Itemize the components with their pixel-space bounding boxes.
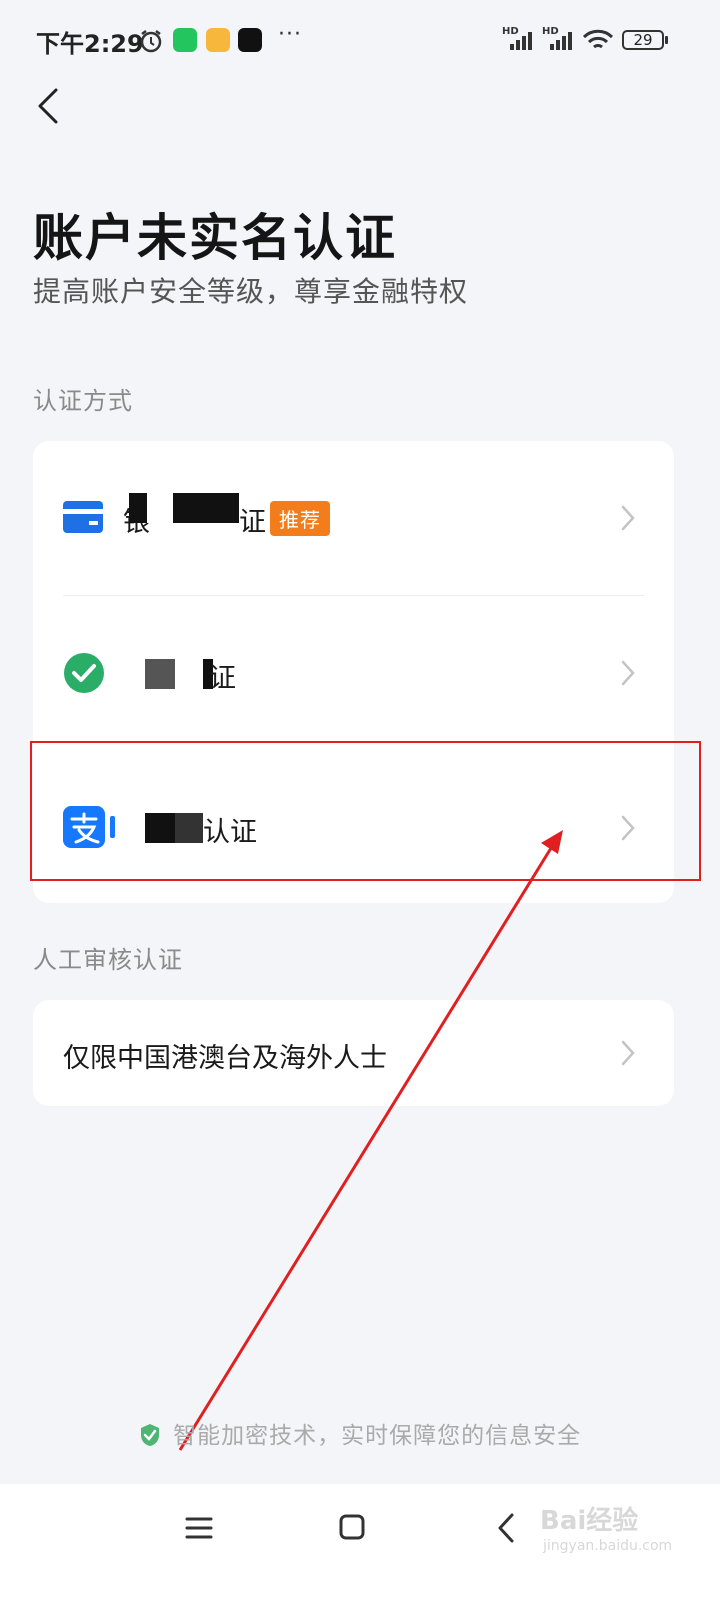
annotation-arrow — [178, 830, 563, 1451]
nav-back-icon[interactable] — [495, 1512, 517, 1544]
security-note: 智能加密技术，实时保障您的信息安全 — [0, 1416, 720, 1450]
baidu-watermark: Bai经验 — [540, 1506, 639, 1536]
menu-icon[interactable] — [184, 1514, 214, 1542]
shield-check-icon — [140, 1424, 159, 1446]
baidu-watermark-url: jingyan.baidu.com — [543, 1538, 673, 1554]
security-note-text: 智能加密技术，实时保障您的信息安全 — [173, 1423, 582, 1449]
home-icon[interactable] — [338, 1513, 366, 1541]
